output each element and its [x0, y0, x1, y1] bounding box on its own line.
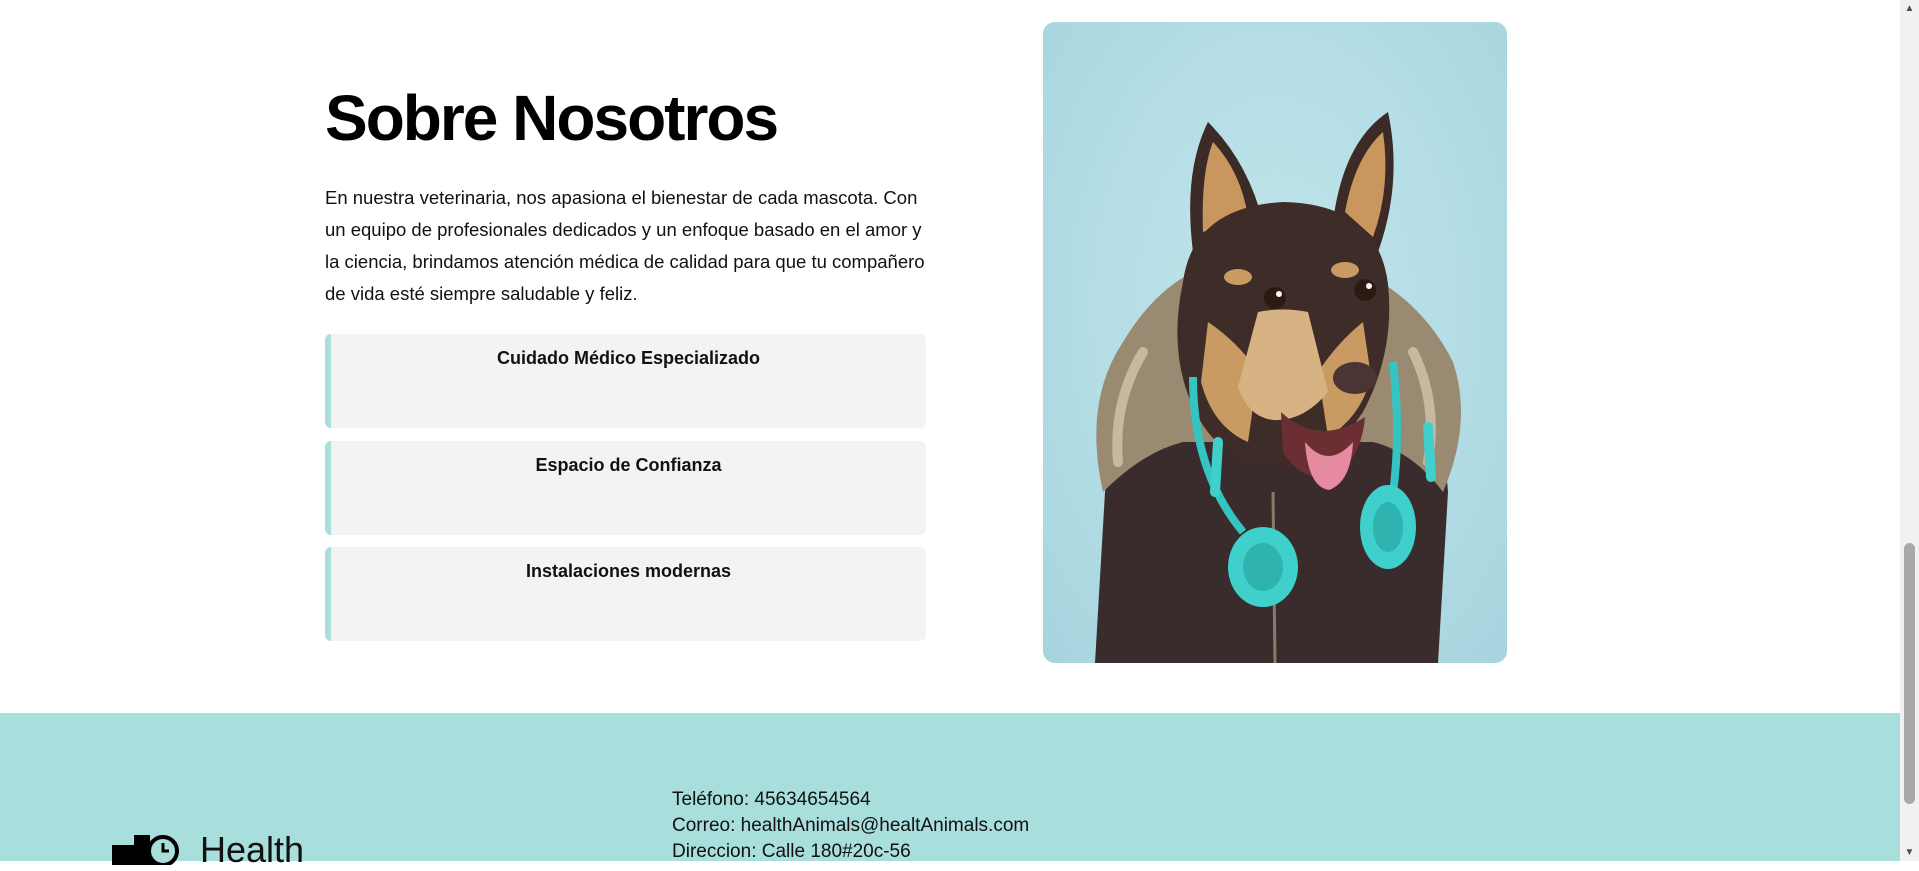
contact-email: Correo: healthAnimals@healtAnimals.com	[672, 815, 1030, 836]
page-scrollbar[interactable]: ▲ ▼	[1900, 0, 1919, 861]
contact-info: Teléfono: 45634654564 Correo: healthAnim…	[672, 787, 1029, 865]
feature-card-trust: Espacio de Confianza	[325, 441, 926, 535]
about-title: Sobre Nosotros	[325, 82, 779, 154]
contact-phone: Teléfono: 45634654564	[672, 789, 871, 810]
feature-title: Instalaciones modernas	[525, 561, 732, 581]
scrollbar-thumb[interactable]	[1904, 543, 1915, 804]
feature-title: Espacio de Confianza	[535, 455, 722, 475]
footer-logo[interactable]: Health	[112, 829, 304, 870]
contact-address: Direccion: Calle 180#20c-56	[672, 841, 911, 862]
feature-card-medical-care: Cuidado Médico Especializado	[325, 334, 926, 428]
dog-illustration	[1095, 112, 1461, 663]
dog-photo	[1043, 22, 1507, 663]
about-description: En nuestra veterinaria, nos apasiona el …	[325, 187, 925, 304]
logo-text: Health	[200, 829, 305, 870]
scroll-down-arrow-icon[interactable]: ▼	[1900, 844, 1919, 861]
scroll-up-arrow-icon[interactable]: ▲	[1900, 0, 1919, 17]
feature-title: Cuidado Médico Especializado	[496, 348, 761, 368]
feature-card-facilities: Instalaciones modernas	[325, 547, 926, 641]
site-footer: Health Teléfono: 45634654564 Correo: hea…	[0, 713, 1900, 870]
about-section: Sobre Nosotros En nuestra veterinaria, n…	[0, 0, 1900, 713]
